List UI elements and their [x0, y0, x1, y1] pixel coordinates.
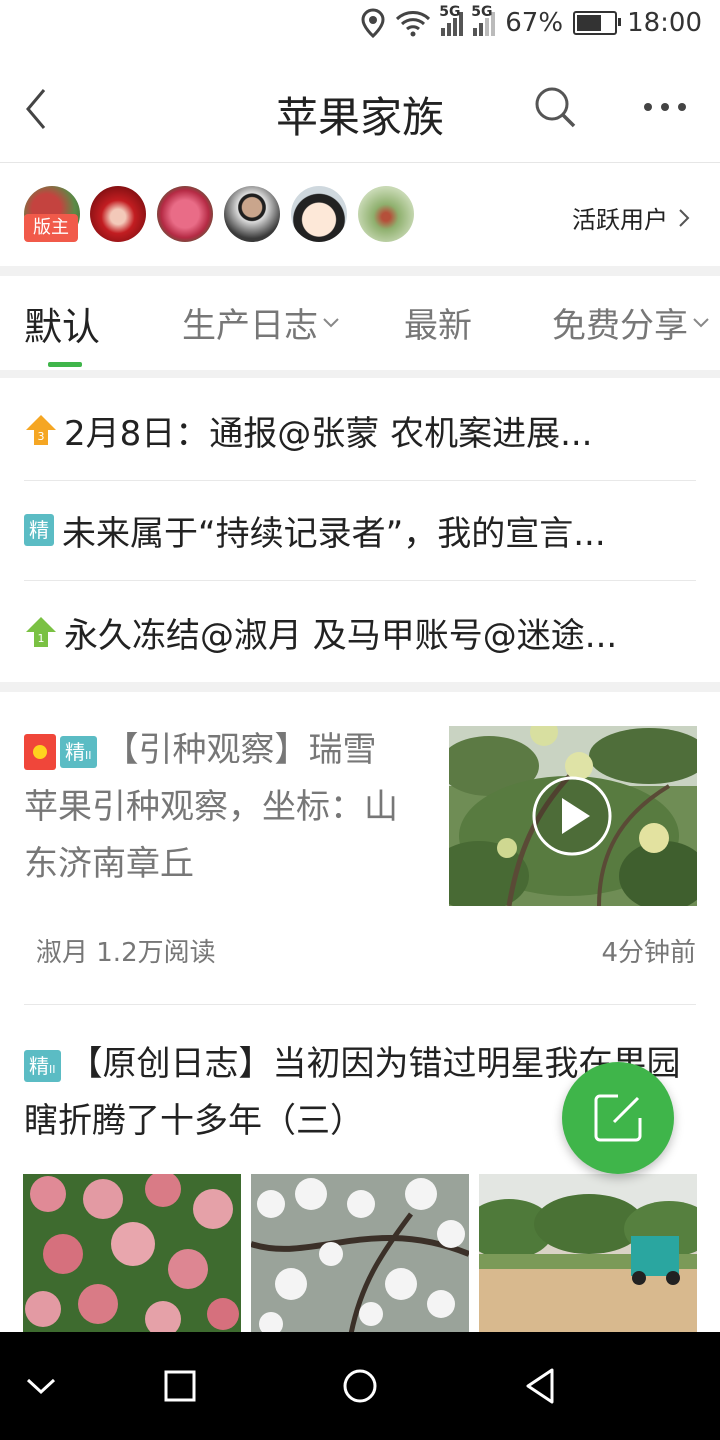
pinned-title: 未来属于“持续记录者”，我的宣言... [62, 513, 606, 554]
system-navigation-bar [0, 1332, 720, 1440]
featured-tag: 精II [60, 735, 97, 768]
tab-bar: 默认 生产日志 最新 免费分享 [0, 276, 720, 370]
location-icon [361, 8, 385, 38]
avatar[interactable] [358, 186, 414, 242]
more-icon[interactable] [640, 92, 690, 122]
avatar[interactable] [291, 186, 347, 242]
tab-free-share[interactable]: 免费分享 [552, 298, 710, 347]
status-bar: 5G 5G 67% 18:00 [0, 0, 720, 56]
tab-latest[interactable]: 最新 [404, 298, 472, 347]
page-title: 苹果家族 [275, 93, 444, 142]
pinned-title: 2月8日：通报@张蒙 农机案进展... [64, 413, 593, 454]
clock: 18:00 [627, 8, 702, 38]
section-divider [0, 370, 720, 378]
active-users-label: 活跃用户 [572, 206, 668, 234]
active-users-link[interactable]: 活跃用户 [572, 200, 690, 235]
active-users-bar: 活跃用户 [0, 164, 720, 266]
compose-button[interactable] [562, 1062, 674, 1174]
featured-tag: 精II [24, 1049, 61, 1082]
tab-label: 最新 [404, 306, 472, 346]
blossoms-image [251, 1174, 469, 1334]
back-icon[interactable] [522, 1366, 558, 1406]
owner-badge: 版主 [24, 214, 78, 242]
battery-icon [573, 11, 622, 35]
tab-default[interactable]: 默认 [24, 296, 100, 351]
apples-image [23, 1174, 241, 1334]
signal-icon: 5G [439, 4, 464, 36]
section-divider [0, 266, 720, 276]
post-time: 4分钟前 [601, 938, 696, 968]
avatar[interactable] [157, 186, 213, 242]
post-meta: 淑月 1.2万阅读 [36, 938, 216, 968]
chevron-down-icon [323, 317, 339, 327]
orchard-image [479, 1174, 697, 1334]
avatar[interactable] [224, 186, 280, 242]
section-divider [0, 682, 720, 692]
pinned-title: 永久冻结@淑月 及马甲账号@迷途... [64, 615, 618, 656]
pinned-rank: 1 [38, 632, 45, 645]
feed-post[interactable]: 精II 【引种观察】瑞雪苹果引种观察，坐标：山东济南章丘 淑月 1.2万阅读 4分… [0, 694, 720, 1004]
featured-tag: 精 [24, 514, 54, 546]
top-navbar: 苹果家族 [0, 62, 720, 163]
post-image[interactable] [251, 1174, 469, 1334]
pinned-post[interactable]: 1 永久冻结@淑月 及马甲账号@迷途... [0, 582, 720, 682]
search-icon[interactable] [530, 82, 580, 132]
edit-icon [594, 1094, 642, 1142]
top-3-arrow-icon: 3 [26, 415, 56, 445]
tab-label: 生产日志 [182, 306, 318, 346]
tab-label: 免费分享 [552, 306, 688, 346]
home-icon[interactable] [340, 1366, 380, 1406]
sun-badge-icon [24, 733, 56, 770]
wifi-icon [396, 11, 431, 37]
apple-tree-image [449, 726, 697, 906]
video-thumbnail[interactable] [449, 726, 697, 906]
post-divider [24, 1004, 696, 1005]
active-tab-indicator [48, 362, 82, 367]
chevron-down-icon [693, 317, 709, 327]
chevron-right-icon [679, 208, 690, 227]
post-image[interactable] [23, 1174, 241, 1334]
tab-label: 默认 [24, 305, 101, 349]
post-title-block: 精II 【引种观察】瑞雪苹果引种观察，坐标：山东济南章丘 [24, 722, 404, 893]
signal-icon-2: 5G [471, 4, 496, 36]
top-1-arrow-icon: 1 [26, 617, 56, 647]
featured-tag-label: 精 [29, 1053, 49, 1078]
post-image[interactable] [479, 1174, 697, 1334]
battery-fill [577, 15, 602, 31]
avatar[interactable] [90, 186, 146, 242]
pinned-rank: 3 [38, 430, 45, 443]
featured-tag-label: 精 [65, 739, 85, 764]
pinned-post[interactable]: 3 2月8日：通报@张蒙 农机案进展... [0, 380, 720, 481]
hide-keyboard-icon[interactable] [24, 1366, 58, 1406]
featured-tag-level: II [85, 748, 92, 762]
battery-percent: 67% [505, 8, 564, 38]
recents-icon[interactable] [162, 1366, 198, 1406]
pinned-post[interactable]: 精 未来属于“持续记录者”，我的宣言... [0, 480, 720, 581]
featured-tag-level: II [49, 1062, 56, 1076]
tab-production-log[interactable]: 生产日志 [182, 298, 340, 347]
